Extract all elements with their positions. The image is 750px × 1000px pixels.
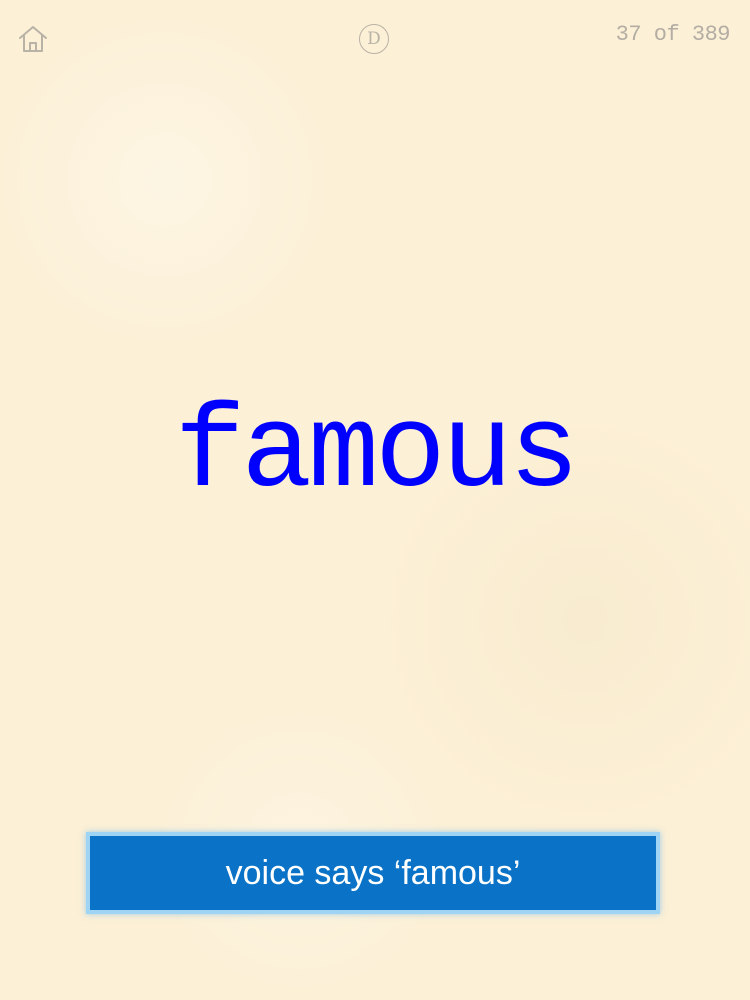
home-icon	[19, 26, 47, 52]
top-bar: D 37 of 389	[0, 0, 750, 70]
d-button-label: D	[367, 28, 381, 49]
page-counter: 37 of 389	[615, 22, 731, 47]
flashcard-word: famous	[174, 388, 580, 521]
voice-says-label: voice says ‘famous’	[225, 853, 521, 892]
home-button[interactable]	[17, 24, 49, 54]
voice-says-button[interactable]: voice says ‘famous’	[86, 832, 660, 914]
d-button[interactable]: D	[359, 24, 389, 54]
